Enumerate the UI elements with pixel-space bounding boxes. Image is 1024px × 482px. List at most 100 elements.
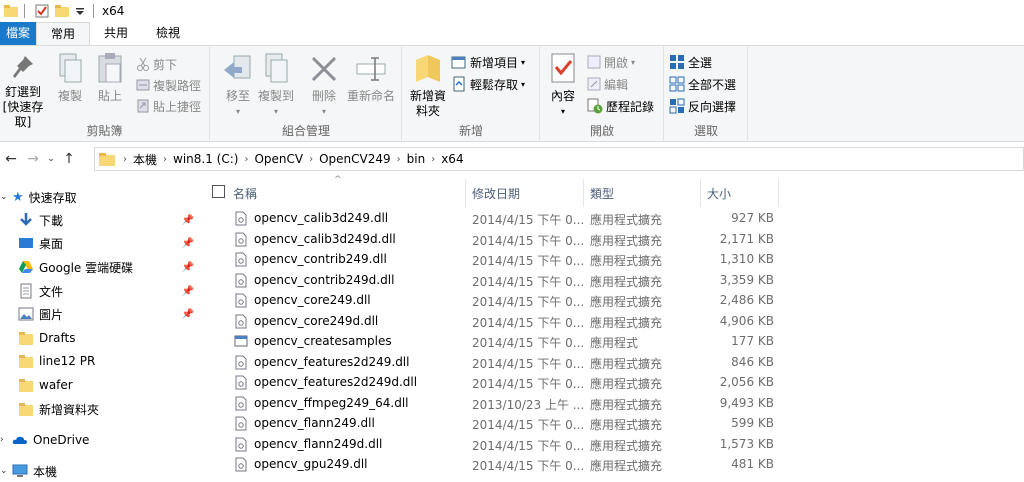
open-button[interactable]: 開啟 ▾ [587,52,635,72]
table-row[interactable]: opencv_features2d249d.dll 2014/4/15 下午 0.… [228,372,788,393]
pin-icon[interactable]: 📌 [182,262,194,273]
file-size: 2,056 KB [719,375,774,389]
breadcrumb-separator-icon[interactable]: › [431,154,435,165]
tab-file[interactable]: 檔案 [0,22,37,45]
breadcrumb-opencv249[interactable]: OpenCV249 [319,152,391,166]
copy-button[interactable]: 複製 [50,52,90,104]
breadcrumb-bin[interactable]: bin [407,152,426,166]
table-row[interactable]: opencv_calib3d249.dll 2014/4/15 下午 0... 應用… [228,208,788,229]
table-row[interactable]: opencv_core249.dll 2014/4/15 下午 0... 應用程式擴… [228,290,788,311]
nav-item-drafts[interactable]: Drafts [18,327,218,349]
column-header-type-label: 類型 [590,186,615,201]
pin-icon[interactable]: 📌 [182,286,194,297]
expand-chevron-icon[interactable]: ⌄ [0,466,12,476]
breadcrumb-this-pc[interactable]: 本機 [133,151,157,168]
properties-button[interactable]: 內容 ▾ [545,52,581,119]
table-row[interactable]: opencv_flann249.dll 2014/4/15 下午 0... 應用程式… [228,413,788,434]
expand-chevron-icon[interactable]: › [0,435,12,445]
nav-this-pc[interactable]: ⌄ 本機 [0,460,200,482]
properties-check-icon[interactable] [35,4,49,18]
table-row[interactable]: opencv_contrib249d.dll 2014/4/15 下午 0... 應… [228,270,788,291]
up-arrow-icon[interactable]: ↑ [58,151,80,167]
nav-item-downloads[interactable]: 下載 📌 [18,209,218,231]
new-folder-icon[interactable] [55,4,69,18]
pin-icon[interactable]: 📌 [182,309,194,320]
select-all-checkbox[interactable] [212,185,225,198]
table-row[interactable]: opencv_gpu249.dll 2014/4/15 下午 0... 應用程式擴充… [228,454,788,475]
rename-button[interactable]: 重新命名 [343,52,399,104]
delete-button[interactable]: 刪除 ▾ [309,52,339,119]
file-size: 9,493 KB [719,395,774,410]
pictures-icon [18,307,34,321]
table-row[interactable]: opencv_calib3d249d.dll 2014/4/15 下午 0... 應… [228,229,788,250]
column-divider[interactable] [700,179,701,207]
table-row[interactable]: opencv_features2d249.dll 2014/4/15 下午 0..… [228,352,788,373]
address-bar[interactable]: › 本機 › win8.1 (C:) › OpenCV › OpenCV249 … [94,147,1024,171]
dll-file-icon [235,457,247,472]
customize-dropdown-icon[interactable] [73,4,87,18]
edit-button[interactable]: 編輯 [587,74,628,94]
breadcrumb-x64[interactable]: x64 [441,152,463,166]
back-arrow-icon[interactable]: ← [0,151,22,167]
history-button[interactable]: 歷程記錄 [587,96,654,116]
pin-quick-access-button[interactable]: 釘選到 [快速存取] [0,52,46,130]
tab-share[interactable]: 共用 [90,22,142,45]
file-size: 2,171 KB [719,231,774,246]
nav-item-line12-pr[interactable]: line12 PR [18,350,218,372]
nav-item-google-drive[interactable]: Google 雲端硬碟 📌 [18,256,218,278]
expand-chevron-icon[interactable]: ⌄ [0,192,12,202]
column-divider[interactable] [465,179,466,207]
paste-label: 貼上 [97,89,122,103]
select-all-button[interactable]: 全選 [669,52,712,72]
column-header-size[interactable]: 大小 [707,179,731,207]
breadcrumb-separator-icon[interactable]: › [244,154,248,165]
copy-to-button[interactable]: 複製到 ▾ [255,52,297,119]
recent-locations-chevron-icon[interactable]: ⌄ [44,154,58,164]
folder-icon[interactable] [4,4,18,18]
invert-selection-button[interactable]: 反向選擇 [669,96,736,116]
table-row[interactable]: opencv_ffmpeg249_64.dll 2013/10/23 上午 ...… [228,393,788,414]
pin-icon[interactable]: 📌 [182,215,194,226]
table-row[interactable]: opencv_contrib249.dll 2014/4/15 下午 0... 應用… [228,249,788,270]
new-folder-button[interactable]: 新增資料夾 [407,52,449,119]
easy-access-button[interactable]: 輕鬆存取 ▾ [451,74,525,94]
table-row[interactable]: opencv_createsamples 2014/4/15 下午 0... 應用程… [228,331,788,352]
new-item-button[interactable]: 新增項目 ▾ [451,52,525,72]
breadcrumb-separator-icon[interactable]: › [397,154,401,165]
file-type: 應用程式擴充 [590,397,663,412]
paste-button[interactable]: 貼上 [92,52,128,104]
select-none-button[interactable]: 全部不選 [669,74,736,94]
column-header-name[interactable]: 名稱 [233,179,257,207]
breadcrumb-separator-icon[interactable]: › [123,154,127,165]
nav-item-pictures[interactable]: 圖片 📌 [18,303,218,325]
file-date: 2014/4/15 下午 0... [472,438,585,453]
file-type: 應用程式擴充 [590,438,663,453]
breadcrumb-separator-icon[interactable]: › [163,154,167,165]
move-to-button[interactable]: 移至 ▾ [217,52,259,119]
table-row[interactable]: opencv_flann249d.dll 2014/4/15 下午 0... 應用程… [228,434,788,455]
nav-quick-access[interactable]: ⌄ ★ 快速存取 [0,186,200,208]
file-type: 應用程式擴充 [590,459,663,473]
table-row[interactable]: opencv_core249d.dll 2014/4/15 下午 0... 應用程式… [228,311,788,332]
nav-item-wafer[interactable]: wafer [18,374,218,396]
column-divider[interactable] [778,179,779,207]
column-divider[interactable] [583,179,584,207]
column-header-type[interactable]: 類型 [590,179,614,207]
forward-arrow-icon[interactable]: → [22,151,44,167]
breadcrumb-drive-c[interactable]: win8.1 (C:) [173,152,238,166]
easy-access-label: 輕鬆存取 [470,77,519,92]
breadcrumb-opencv[interactable]: OpenCV [254,152,303,166]
nav-item-new-folder[interactable]: 新增資料夾 [18,398,218,420]
breadcrumb-separator-icon[interactable]: › [309,154,313,165]
pin-icon[interactable]: 📌 [182,238,194,249]
file-name: opencv_features2d249d.dll [254,375,418,389]
tab-home[interactable]: 常用 [36,22,91,46]
nav-item-documents[interactable]: 文件 📌 [18,280,218,302]
copy-path-button[interactable]: 複製路徑 [136,75,201,95]
tab-view[interactable]: 檢視 [142,22,194,45]
column-header-date[interactable]: 修改日期 [472,179,520,207]
nav-item-desktop[interactable]: 桌面 📌 [18,232,218,254]
paste-shortcut-button[interactable]: 貼上捷徑 [136,96,201,116]
cut-button[interactable]: 剪下 [136,54,177,74]
nav-onedrive[interactable]: › OneDrive [0,429,200,451]
